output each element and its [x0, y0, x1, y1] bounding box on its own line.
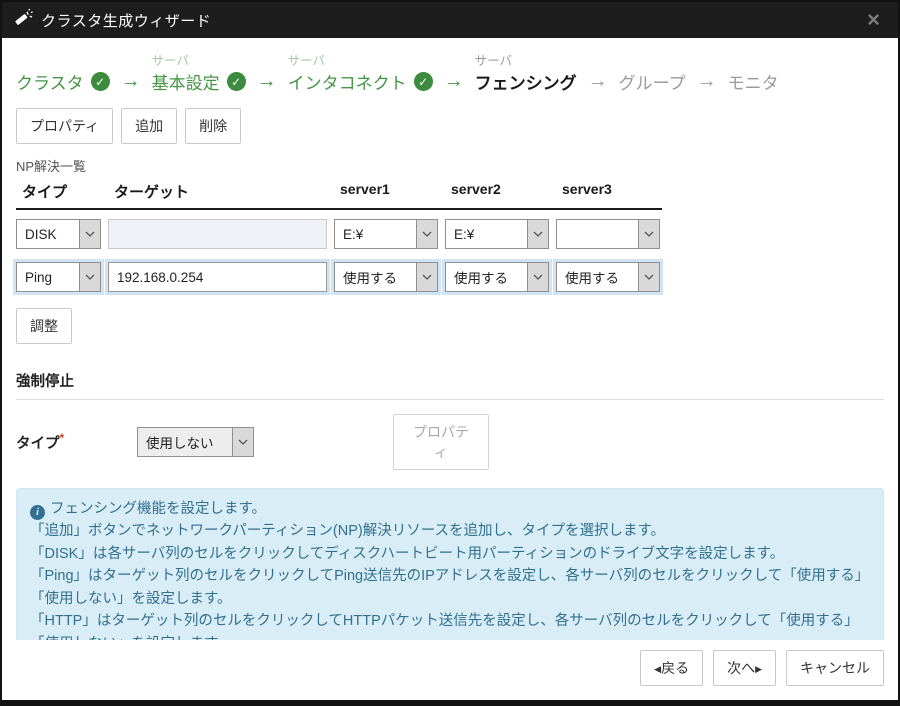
step-label: グループ	[619, 69, 686, 94]
window-title: クラスタ生成ウィザード	[41, 10, 211, 31]
forced-stop-type-label: タイプ*	[16, 431, 137, 453]
np-target-field	[108, 219, 327, 249]
info-icon: i	[30, 505, 45, 520]
select-value	[557, 220, 638, 248]
step-arrow-icon: →	[246, 70, 288, 94]
np-table-header: タイプ ターゲット server1 server2 server3	[16, 181, 662, 210]
step-monitor: モニタ	[728, 50, 779, 94]
wizard-content: クラスタ ✓ → サーバ 基本設定 ✓ → サーバ インタコネクト ✓	[2, 38, 898, 640]
select-value: Ping	[17, 263, 79, 291]
cluster-wizard-dialog: クラスタ生成ウィザード × クラスタ ✓ → サーバ 基本設定 ✓ →	[0, 0, 900, 706]
step-sub-label	[728, 50, 779, 69]
col-header-target: ターゲット	[108, 181, 327, 202]
chevron-down-icon	[79, 220, 100, 248]
step-arrow-icon: →	[577, 70, 619, 94]
add-button[interactable]: 追加	[121, 108, 177, 144]
step-label: フェンシング	[475, 69, 577, 94]
chevron-down-icon	[527, 263, 548, 291]
title-bar: クラスタ生成ウィザード ×	[2, 2, 898, 38]
step-fencing: サーバ フェンシング	[475, 50, 577, 94]
select-value: E:¥	[335, 220, 416, 248]
wizard-steps: クラスタ ✓ → サーバ 基本設定 ✓ → サーバ インタコネクト ✓	[16, 50, 884, 94]
np-list-caption: NP解決一覧	[16, 156, 884, 175]
check-icon: ✓	[91, 72, 110, 91]
forced-stop-row: タイプ* 使用しない プロパティ	[16, 414, 884, 470]
step-sub-label: サーバ	[475, 50, 577, 69]
section-divider	[16, 399, 884, 400]
np-server1-select[interactable]: E:¥	[334, 219, 438, 249]
info-box: iフェンシング機能を設定します。 「追加」ボタンでネットワークパーティション(N…	[16, 488, 884, 640]
step-arrow-icon: →	[433, 70, 475, 94]
step-basic-settings: サーバ 基本設定 ✓	[152, 50, 246, 94]
step-label: 基本設定	[152, 69, 220, 94]
table-row: Ping 使用する	[16, 262, 662, 292]
np-server2-select[interactable]: 使用する	[445, 262, 549, 292]
chevron-down-icon	[232, 428, 253, 456]
forced-stop-heading: 強制停止	[16, 370, 884, 399]
np-server3-select[interactable]: 使用する	[556, 262, 660, 292]
back-button[interactable]: ◀戻る	[640, 650, 703, 686]
step-label: クラスタ	[16, 69, 84, 94]
info-line: 「Ping」はターゲット列のセルをクリックしてPing送信先のIPアドレスを設定…	[30, 565, 870, 610]
np-server1-select[interactable]: 使用する	[334, 262, 438, 292]
info-line: 「追加」ボタンでネットワークパーティション(NP)解決リソースを追加し、タイプを…	[30, 520, 870, 542]
forced-stop-property-button[interactable]: プロパティ	[393, 414, 489, 470]
select-value: DISK	[17, 220, 79, 248]
step-cluster: クラスタ ✓	[16, 50, 110, 94]
select-value: 使用しない	[138, 428, 232, 456]
step-arrow-icon: →	[686, 70, 728, 94]
np-type-select[interactable]: Ping	[16, 262, 101, 292]
property-button[interactable]: プロパティ	[16, 108, 113, 144]
next-button[interactable]: 次へ▶	[713, 650, 776, 686]
check-icon: ✓	[414, 72, 433, 91]
step-label: モニタ	[728, 69, 779, 94]
step-sub-label	[16, 50, 110, 69]
step-arrow-icon: →	[110, 70, 152, 94]
col-header-server2: server2	[445, 181, 549, 202]
step-sub-label: サーバ	[152, 50, 246, 69]
select-value: 使用する	[335, 263, 416, 291]
info-line: 「DISK」は各サーバ列のセルをクリックしてディスクハートビート用パーティション…	[30, 543, 870, 565]
close-icon[interactable]: ×	[861, 9, 886, 31]
wizard-footer: ◀戻る 次へ▶ キャンセル	[2, 640, 898, 700]
np-server2-select[interactable]: E:¥	[445, 219, 549, 249]
check-icon: ✓	[227, 72, 246, 91]
required-mark: *	[60, 431, 65, 445]
chevron-down-icon	[416, 220, 437, 248]
np-target-field[interactable]	[108, 262, 327, 292]
select-value: 使用する	[446, 263, 527, 291]
col-header-server3: server3	[556, 181, 660, 202]
np-server3-select[interactable]	[556, 219, 660, 249]
np-type-select[interactable]: DISK	[16, 219, 101, 249]
col-header-server1: server1	[334, 181, 438, 202]
cancel-button[interactable]: キャンセル	[786, 650, 884, 686]
chevron-down-icon	[527, 220, 548, 248]
info-line: iフェンシング機能を設定します。	[30, 498, 870, 520]
chevron-down-icon	[638, 263, 659, 291]
chevron-down-icon	[416, 263, 437, 291]
np-table: タイプ ターゲット server1 server2 server3 DISK	[16, 181, 662, 292]
table-row: DISK E:¥	[16, 219, 662, 249]
step-interconnect: サーバ インタコネクト ✓	[288, 50, 433, 94]
select-value: 使用する	[557, 263, 638, 291]
step-label: インタコネクト	[288, 69, 407, 94]
tune-button[interactable]: 調整	[16, 308, 72, 344]
select-value: E:¥	[446, 220, 527, 248]
next-arrow-icon: ▶	[755, 664, 762, 674]
step-sub-label	[619, 50, 686, 69]
forced-stop-type-select[interactable]: 使用しない	[137, 427, 254, 457]
wand-icon	[14, 8, 33, 32]
step-group: グループ	[619, 50, 686, 94]
chevron-down-icon	[79, 263, 100, 291]
np-toolbar: プロパティ 追加 削除	[16, 108, 884, 144]
info-line: 「HTTP」はターゲット列のセルをクリックしてHTTPパケット送信先を設定し、各…	[30, 610, 870, 640]
step-sub-label: サーバ	[288, 50, 433, 69]
col-header-type: タイプ	[16, 181, 101, 202]
chevron-down-icon	[638, 220, 659, 248]
delete-button[interactable]: 削除	[185, 108, 241, 144]
